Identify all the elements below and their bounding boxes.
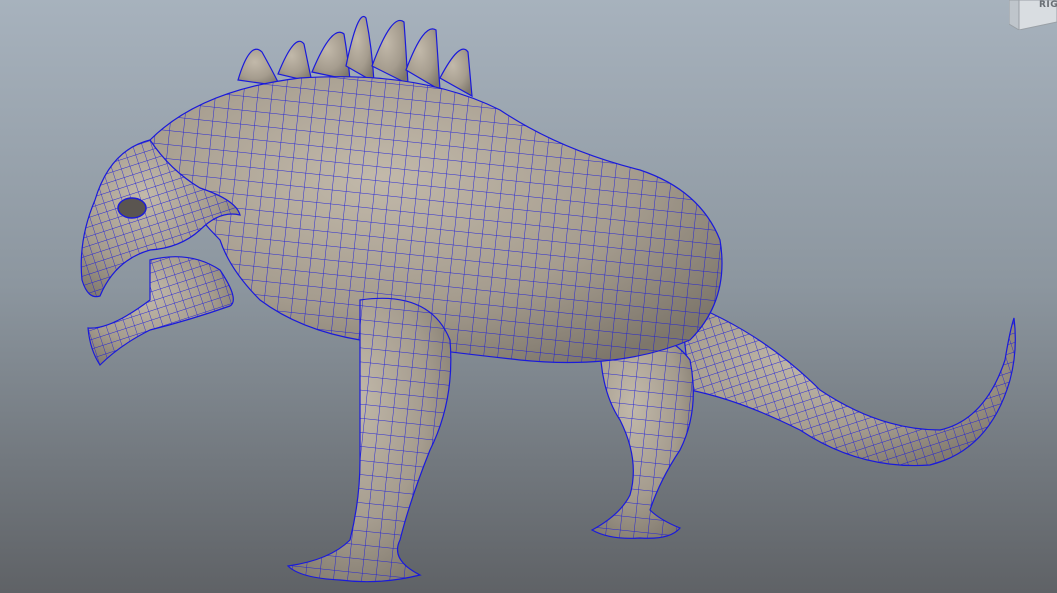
scene-canvas[interactable] (0, 0, 1057, 593)
view-cube[interactable]: RIG (1009, 0, 1057, 30)
eye-socket (117, 197, 147, 219)
creature-model[interactable] (80, 16, 1016, 583)
hind-leg (590, 332, 694, 539)
3d-viewport[interactable]: RIG (0, 0, 1057, 593)
view-cube-face-label: RIG (1039, 0, 1057, 10)
tail (679, 299, 1016, 467)
front-leg (286, 297, 452, 583)
